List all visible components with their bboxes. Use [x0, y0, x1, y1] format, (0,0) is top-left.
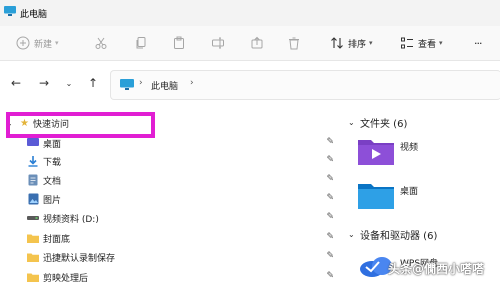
- document-icon: [27, 174, 39, 186]
- chevron-down-icon: ⌄: [65, 78, 73, 88]
- new-label: 新建: [34, 39, 53, 50]
- copy-button[interactable]: [134, 35, 148, 51]
- nav-item-label: 桌面: [43, 139, 62, 150]
- paste-button[interactable]: [172, 35, 186, 51]
- watermark: 头条@僩西小嗒嗒: [388, 262, 485, 276]
- nav-item-drive-d[interactable]: 视频资料 (D:) ✎: [27, 209, 342, 227]
- chevron-down-icon: ▾: [369, 39, 373, 47]
- chevron-down-icon: ▾: [439, 39, 443, 47]
- rename-button[interactable]: [211, 35, 225, 51]
- folder-tile-desktop[interactable]: 桌面: [358, 181, 418, 209]
- chevron-down-icon: ▾: [55, 39, 59, 47]
- sort-icon: [331, 37, 343, 49]
- folder-tile-videos[interactable]: 视频: [358, 137, 418, 165]
- nav-item-downloads[interactable]: 下载 ✎: [27, 152, 342, 170]
- view-list-icon: [401, 37, 413, 49]
- cut-button[interactable]: [94, 35, 108, 51]
- computer-icon: [4, 6, 16, 16]
- nav-item-documents[interactable]: 文档 ✎: [27, 171, 342, 189]
- pin-icon[interactable]: ✎: [326, 251, 334, 261]
- nav-item-label: 封面底: [43, 234, 71, 245]
- arrow-up-icon: ↑: [87, 76, 99, 90]
- up-button[interactable]: ↑: [86, 76, 100, 90]
- nav-item-label: 文档: [43, 176, 62, 187]
- new-button[interactable]: 新建 ▾: [16, 35, 59, 51]
- nav-item-folder[interactable]: 剪映处理后 ✎: [27, 268, 342, 286]
- more-button[interactable]: ···: [470, 35, 482, 51]
- clipboard-icon: [174, 36, 184, 49]
- address-bar[interactable]: › 此电脑 ›: [110, 70, 500, 100]
- arrow-right-icon: →: [38, 76, 50, 90]
- tile-label: 视频: [400, 142, 419, 153]
- back-button[interactable]: ←: [9, 76, 23, 90]
- computer-icon: [120, 79, 134, 90]
- address-segment[interactable]: 此电脑: [151, 79, 178, 92]
- delete-button[interactable]: [287, 35, 301, 51]
- scissors-icon: [95, 37, 107, 49]
- drive-icon: [27, 212, 39, 224]
- nav-item-folder[interactable]: 封面底 ✎: [27, 229, 342, 247]
- window-title: 此电脑: [20, 10, 48, 20]
- title-bar: 此电脑: [0, 0, 500, 26]
- video-folder-icon: [358, 140, 394, 165]
- pin-icon[interactable]: ✎: [326, 232, 334, 242]
- pin-icon[interactable]: ✎: [326, 212, 334, 222]
- view-button[interactable]: 查看 ▾: [400, 35, 443, 51]
- desktop-icon: [27, 137, 39, 149]
- trash-icon: [289, 37, 299, 50]
- more-label: ···: [474, 36, 482, 50]
- picture-icon: [27, 193, 39, 205]
- folders-group-header[interactable]: ⌄ 文件夹 (6): [348, 115, 408, 130]
- tile-label: 桌面: [400, 186, 419, 197]
- desktop-folder-icon: [358, 184, 394, 209]
- pin-icon[interactable]: ✎: [326, 193, 334, 203]
- pin-icon[interactable]: ✎: [326, 137, 334, 147]
- group-label: 设备和驱动器 (6): [360, 230, 438, 242]
- folder-icon: [27, 271, 39, 283]
- download-icon: [27, 155, 39, 167]
- pin-icon[interactable]: ✎: [326, 271, 334, 281]
- nav-item-label: 剪映处理后: [43, 273, 89, 284]
- forward-button[interactable]: →: [37, 76, 51, 90]
- arrow-left-icon: ←: [10, 76, 22, 90]
- share-icon: [251, 36, 263, 49]
- navigation-row: ← → ⌄ ↑ › 此电脑 ›: [0, 61, 500, 107]
- command-bar: 新建 ▾ 排序 ▾ 查看 ▾ ···: [0, 26, 500, 61]
- group-label: 文件夹 (6): [360, 118, 408, 130]
- pin-icon[interactable]: ✎: [326, 174, 334, 184]
- highlight-box: [6, 112, 155, 138]
- chevron-right-icon[interactable]: ›: [139, 78, 143, 88]
- recent-locations-button[interactable]: ⌄: [62, 76, 76, 90]
- share-button[interactable]: [250, 35, 264, 51]
- nav-item-label: 视频资料 (D:): [43, 214, 99, 225]
- folder-icon: [27, 232, 39, 244]
- pin-icon[interactable]: ✎: [326, 155, 334, 165]
- sort-button[interactable]: 排序 ▾: [330, 35, 373, 51]
- devices-group-header[interactable]: ⌄ 设备和驱动器 (6): [348, 227, 438, 242]
- nav-item-pictures[interactable]: 图片 ✎: [27, 190, 342, 208]
- copy-icon: [136, 37, 146, 49]
- chevron-down-icon[interactable]: ⌄: [348, 230, 360, 239]
- folder-icon: [27, 251, 39, 263]
- view-label: 查看: [418, 39, 437, 50]
- chevron-down-icon[interactable]: ⌄: [348, 118, 360, 127]
- plus-circle-icon: [16, 36, 30, 50]
- nav-item-label: 迅捷默认录制保存: [43, 253, 116, 264]
- nav-item-folder[interactable]: 迅捷默认录制保存 ✎: [27, 248, 342, 266]
- rename-icon: [212, 37, 224, 49]
- sort-label: 排序: [348, 39, 367, 50]
- nav-item-label: 图片: [43, 195, 62, 206]
- nav-item-label: 下载: [43, 157, 62, 168]
- chevron-right-icon[interactable]: ›: [190, 78, 194, 88]
